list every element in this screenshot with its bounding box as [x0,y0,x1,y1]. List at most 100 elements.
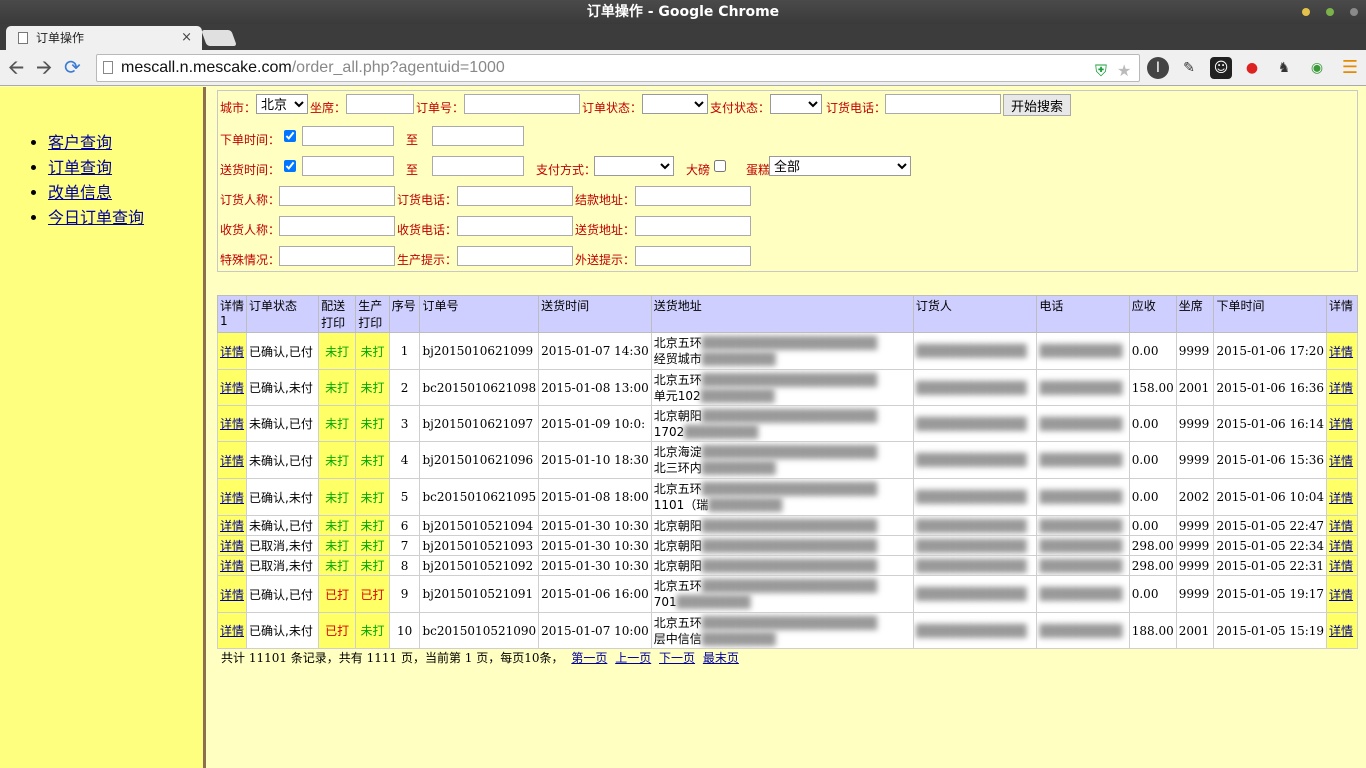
order-phone-input[interactable] [885,94,1001,114]
order-time-checkbox[interactable] [284,130,296,142]
detail-link[interactable]: 详情 [1329,519,1353,533]
cell-order-time: 2015-01-06 17:20 [1213,332,1328,370]
orderer-name-input[interactable] [279,186,395,206]
large-checkbox[interactable] [714,160,726,172]
menu-icon[interactable]: ☰ [1339,57,1361,79]
cell-detail2: 详情 [1326,575,1358,613]
search-row-1: 城市： 北京 坐席： 订单号： 订单状态： 支付状态： 订货电话： 开始搜索 [220,94,1350,118]
address-bar[interactable]: mescall.n.mescake.com/order_all.php?agen… [96,54,1140,82]
seat-input[interactable] [346,94,414,114]
maximize-button[interactable] [1326,8,1334,16]
order-status-select[interactable] [642,94,708,114]
outbound-input[interactable] [635,246,751,266]
close-window-button[interactable] [1350,8,1358,16]
cell-prod-print: 未打 [355,555,390,576]
extension-globe-icon[interactable]: ◉ [1306,57,1328,79]
start-search-button[interactable]: 开始搜索 [1003,94,1071,116]
receiver-name-input[interactable] [279,216,395,236]
cell-amount: 0.00 [1128,575,1177,613]
detail-link[interactable]: 详情 [1329,539,1353,553]
delivery-time-text: 2015-01-06 16:00 [541,587,649,601]
prod-print-text: 未打 [360,490,385,505]
detail-link[interactable]: 详情 [1329,624,1353,638]
detail-link[interactable]: 详情 [1329,454,1353,468]
detail-link[interactable]: 详情 [220,624,244,638]
delivery-address-input[interactable] [635,216,751,236]
bookmark-star-icon[interactable]: ★ [1117,59,1131,85]
phone-redacted: █████████ [1039,380,1123,395]
page-info-icon[interactable] [103,61,113,74]
extension-santa-icon[interactable]: ● [1241,57,1263,79]
nav-link-change-info[interactable]: 改单信息 [48,183,112,202]
detail-link[interactable]: 详情 [220,345,244,359]
cell-amount: 298.00 [1128,555,1177,576]
detail-link[interactable]: 详情 [1329,588,1353,602]
prev-page-link[interactable]: 上一页 [615,651,651,665]
detail-link[interactable]: 详情 [1329,345,1353,359]
search-row-3: 送货时间： 至 支付方式： 大磅 蛋糕 全部 [220,156,920,180]
detail-link[interactable]: 详情 [220,539,244,553]
cell-detail2: 详情 [1326,369,1358,406]
extension-mask-icon[interactable]: ☺ [1210,57,1232,79]
new-tab-button[interactable] [201,30,237,46]
pay-method-select[interactable] [594,156,674,176]
next-page-link[interactable]: 下一页 [659,651,695,665]
detail-link[interactable]: 详情 [220,519,244,533]
tab-close-icon[interactable]: × [181,26,192,50]
detail-link[interactable]: 详情 [220,588,244,602]
detail-link[interactable]: 详情 [1329,381,1353,395]
cell-seq: 9 [388,575,421,613]
production-input[interactable] [457,246,573,266]
cell-seat: 2002 [1175,478,1215,516]
cell-prod-print: 未打 [355,612,390,649]
special-input[interactable] [279,246,395,266]
window-title-bar: 订单操作 - Google Chrome [0,0,1366,24]
shield-icon[interactable]: ⛨ [1095,59,1107,85]
cake-select[interactable]: 全部 [769,156,911,176]
nav-link-customer-query[interactable]: 客户查询 [48,133,112,152]
first-page-link[interactable]: 第一页 [571,651,607,665]
city-select[interactable]: 北京 [256,94,308,114]
nav-link-order-query[interactable]: 订单查询 [48,158,112,177]
delivery-time-from-input[interactable] [302,156,394,176]
forward-arrow-icon[interactable]: 🡪 [36,56,52,78]
detail-link[interactable]: 详情 [1329,491,1353,505]
cell-detail: 详情 [216,555,248,576]
delivery-time-to-input[interactable] [432,156,524,176]
pay-status-select[interactable] [770,94,822,114]
window-title: 订单操作 - Google Chrome [586,4,780,20]
detail-link[interactable]: 详情 [1329,417,1353,431]
minimize-button[interactable] [1302,8,1310,16]
url-host: mescall.n.mescake.com [121,59,292,76]
extension-tool-icon[interactable]: ✎ [1178,57,1200,79]
seat-text: 9999 [1178,587,1210,601]
detail-link[interactable]: 详情 [220,381,244,395]
cell-seat: 9999 [1175,555,1215,576]
orderer-phone-label: 订货电话： [397,193,458,207]
table-row: 详情 未确认,已付 未打 未打 3 bj2015010621097 2015-01-09 1… [216,405,1358,442]
back-arrow-icon[interactable]: 🡨 [8,56,24,78]
detail-link[interactable]: 详情 [220,559,244,573]
delivery-time-checkbox[interactable] [284,160,296,172]
cell-address: 北京朝阳███████████████████ [650,535,914,556]
last-page-link[interactable]: 最末页 [703,651,739,665]
extension-i-icon[interactable]: I [1147,57,1169,79]
cell-detail2: 详情 [1326,441,1358,479]
cell-delivery-time: 2015-01-09 10:0: [538,405,652,442]
prod-print-text: 未打 [360,453,385,468]
order-no-input[interactable] [464,94,580,114]
order-time-from-input[interactable] [302,126,394,146]
detail-link[interactable]: 详情 [220,454,244,468]
detail-link[interactable]: 详情 [220,417,244,431]
orderer-phone-input[interactable] [457,186,573,206]
reload-icon[interactable]: ⟳ [64,56,81,78]
nav-link-today-orders[interactable]: 今日订单查询 [48,208,144,227]
browser-tab[interactable]: 订单操作 × [6,26,202,50]
detail-link[interactable]: 详情 [1329,559,1353,573]
detail-link[interactable]: 详情 [220,491,244,505]
extension-horse-icon[interactable]: ♞ [1273,57,1295,79]
order-time-to-input[interactable] [432,126,524,146]
billing-address-input[interactable] [635,186,751,206]
receiver-phone-input[interactable] [457,216,573,236]
cell-order-no: bc2015010621095 [419,478,540,516]
